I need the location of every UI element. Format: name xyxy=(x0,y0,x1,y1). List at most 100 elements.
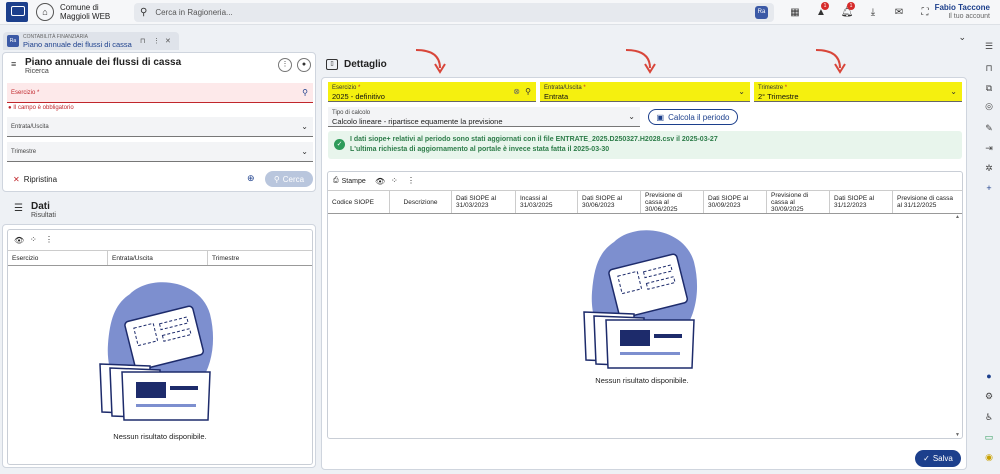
folder-icon[interactable]: ▭ xyxy=(983,431,995,443)
accessibility-icon[interactable]: ♿︎ xyxy=(983,411,995,423)
home-icon[interactable]: ⌂ xyxy=(36,3,54,21)
tab-title: Piano annuale dei flussi di cassa xyxy=(23,40,132,49)
annotation-arrow xyxy=(415,49,446,74)
detail-esercizio-field[interactable]: Esercizio * 2025 - definitivo ⊗ ⚲ xyxy=(328,82,536,102)
column-header[interactable]: Previsione di cassa al 31/12/2025 xyxy=(893,191,962,213)
esercizio-label: Esercizio * xyxy=(11,90,40,96)
warning-badge: 1 xyxy=(821,2,829,10)
column-header[interactable]: Dati SIOPE al 31/03/2023 xyxy=(452,191,516,213)
download-icon[interactable]: ⤓ xyxy=(860,2,886,22)
check-circle-icon: ✓ xyxy=(334,139,345,150)
more-icon[interactable]: ⋮ xyxy=(45,235,53,244)
column-header[interactable]: Previsione di cassa al 30/09/2025 xyxy=(767,191,830,213)
tools-icon[interactable]: ✎ xyxy=(983,122,995,134)
bookmark-icon[interactable]: ⊓ xyxy=(983,62,995,74)
search-list-icon: ≡ xyxy=(11,59,17,69)
user-menu[interactable]: Fabio Taccone Il tuo account xyxy=(935,3,990,21)
more-options-button[interactable]: ⋮ xyxy=(278,58,292,72)
column-header[interactable]: Previsione di cassa al 30/06/2025 xyxy=(641,191,704,213)
results-panel: 👁︎ ⁘ ⋮ Esercizio Entrata/Uscita Trimestr… xyxy=(2,224,316,468)
gear-icon[interactable]: ⚙ xyxy=(983,390,995,402)
columns-icon[interactable]: ⁘ xyxy=(30,235,37,244)
export-icon[interactable]: ⇥ xyxy=(983,142,995,154)
calcola-periodo-button[interactable]: ▣ Calcola il periodo xyxy=(648,109,738,125)
esercizio-field[interactable]: Esercizio * ⚲ xyxy=(7,83,313,103)
chevron-down-icon: ⌄ xyxy=(738,87,745,96)
right-rail: ☰ ⊓ ⧉ ◎ ✎ ⇥ ✲ + ● ⚙ ♿︎ ▭ ◉ xyxy=(978,26,1000,474)
vertical-scrollbar[interactable]: ▲ ▼ xyxy=(955,214,961,438)
empty-message: Nessun risultato disponibile. xyxy=(595,376,689,385)
zoom-search-icon[interactable]: ⊕ xyxy=(247,173,255,184)
settings-button[interactable]: ● xyxy=(297,58,311,72)
municipality-logo xyxy=(6,2,28,22)
top-actions: ▦ ▲ 1 🔔︎ 1 ⤓ ✉ ⛶ xyxy=(782,2,938,22)
user-name[interactable]: Fabio Taccone xyxy=(935,3,990,12)
bookmark-icon[interactable]: ⊓ xyxy=(140,37,145,45)
more-icon[interactable]: ⋮ xyxy=(407,176,415,185)
clear-icon[interactable]: ⊗ xyxy=(513,87,520,96)
warning-icon[interactable]: ▲ 1 xyxy=(808,2,834,22)
results-title: Dati xyxy=(31,201,50,212)
column-header[interactable]: Descrizione xyxy=(390,191,452,213)
entrata-uscita-select[interactable]: Entrata/Uscita ⌄ xyxy=(7,117,313,137)
entrata-uscita-label: Entrata/Uscita xyxy=(11,124,49,130)
search-icon[interactable]: ⚲ xyxy=(525,87,531,96)
column-header[interactable]: Esercizio xyxy=(8,251,108,265)
column-header[interactable]: Dati SIOPE al 31/12/2023 xyxy=(830,191,893,213)
calculator-icon: ▣ xyxy=(656,112,665,122)
module-badge[interactable]: Ra xyxy=(755,5,768,19)
help-icon[interactable]: ◉ xyxy=(983,451,995,463)
add-icon[interactable]: + xyxy=(983,182,995,194)
eye-icon[interactable]: 👁︎ xyxy=(14,236,24,245)
eye-icon[interactable]: 👁︎ xyxy=(375,177,385,186)
more-icon[interactable]: ⋮ xyxy=(153,37,160,45)
detail-grid: ⎙ Stampe 👁︎ ⁘ ⋮ Codice SIOPE Descrizione… xyxy=(327,171,963,439)
bell-icon[interactable]: 🔔︎ 1 xyxy=(834,2,860,22)
reset-button[interactable]: ✕ Ripristina xyxy=(9,171,73,187)
column-header[interactable]: Codice SIOPE xyxy=(328,191,390,213)
column-header[interactable]: Incassi al 31/03/2025 xyxy=(516,191,578,213)
chevron-down-icon: ⌄ xyxy=(301,122,308,131)
network-icon[interactable]: ✲ xyxy=(983,162,995,174)
trimestre-label: Trimestre xyxy=(11,149,37,155)
mail-icon[interactable]: ✉ xyxy=(886,2,912,22)
panel-toggle-icon[interactable]: ▯ xyxy=(326,59,338,70)
user-account-link[interactable]: Il tuo account xyxy=(935,12,990,21)
column-header[interactable]: Dati SIOPE al 30/06/2023 xyxy=(578,191,641,213)
copy-icon[interactable]: ⧉ xyxy=(983,82,995,94)
detail-esercizio-value: 2025 - definitivo xyxy=(332,92,385,101)
search-icon: ⚲ xyxy=(273,174,280,184)
search-icon[interactable]: ⚲ xyxy=(302,88,308,97)
stampe-button[interactable]: ⎙ Stampe xyxy=(333,177,366,185)
list-icon[interactable]: ☰ xyxy=(983,40,995,52)
column-header[interactable]: Entrata/Uscita xyxy=(108,251,208,265)
chevron-down-icon: ⌄ xyxy=(628,112,635,121)
search-button[interactable]: ⚲ Cerca xyxy=(265,171,313,187)
trimestre-select[interactable]: Trimestre ⌄ xyxy=(7,142,313,162)
search-icon: ⚲ xyxy=(140,6,148,18)
chevron-down-icon[interactable]: ⌄ xyxy=(958,32,966,43)
detail-trimestre-select[interactable]: Trimestre * 2° Trimestre ⌄ xyxy=(754,82,962,102)
check-icon: ✓ xyxy=(923,454,930,463)
map-pin-icon[interactable]: ● xyxy=(983,370,995,382)
column-header[interactable]: Dati SIOPE al 30/09/2023 xyxy=(704,191,767,213)
detail-trimestre-value: 2° Trimestre xyxy=(758,92,799,101)
tipo-calcolo-value: Calcolo lineare - ripartisce equamente l… xyxy=(332,117,503,126)
annotation-arrow xyxy=(625,49,656,74)
results-grid: 👁︎ ⁘ ⋮ Esercizio Entrata/Uscita Trimestr… xyxy=(7,229,313,465)
empty-state-illustration xyxy=(583,230,698,369)
tab-piano-flussi[interactable]: Ra CONTABILITÀ FINANZIARIA Piano annuale… xyxy=(3,32,179,50)
columns-icon[interactable]: ⁘ xyxy=(391,176,398,185)
error-message: ● Il campo è obbligatorio xyxy=(8,105,74,111)
close-icon[interactable]: ✕ xyxy=(165,37,171,45)
results-subtitle: Risultati xyxy=(31,212,56,219)
column-header[interactable]: Trimestre xyxy=(208,251,312,265)
chevron-down-icon: ⌄ xyxy=(950,87,957,96)
dashboard-icon[interactable]: ▦ xyxy=(782,2,808,22)
global-search[interactable]: ⚲ Cerca in Ragioneria... Ra xyxy=(134,2,774,22)
detail-entrata-uscita-select[interactable]: Entrata/Uscita * Entrata ⌄ xyxy=(540,82,750,102)
save-button[interactable]: ✓ Salva xyxy=(915,450,961,467)
coins-icon[interactable]: ◎ xyxy=(983,100,995,112)
top-bar: ⌂ Comune di Maggioli WEB ⚲ Cerca in Ragi… xyxy=(0,0,1000,25)
tipo-calcolo-select[interactable]: Tipo di calcolo Calcolo lineare - ripart… xyxy=(328,107,640,127)
